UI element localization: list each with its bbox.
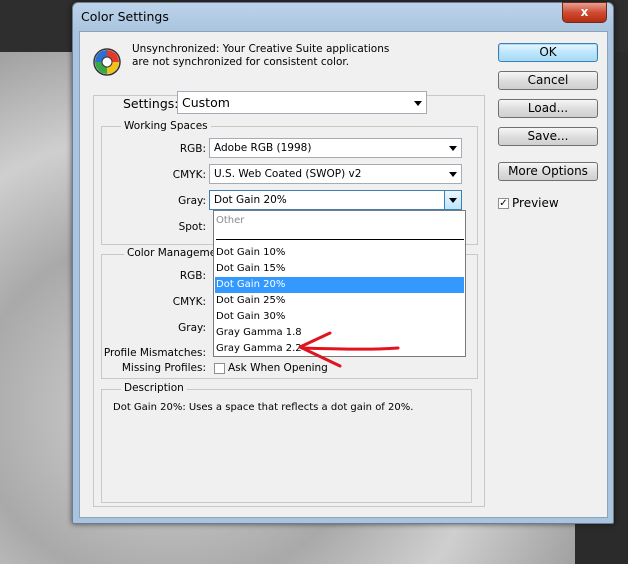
ws-cmyk-select[interactable]: U.S. Web Coated (SWOP) v2 — [209, 164, 462, 184]
ws-cmyk-value: U.S. Web Coated (SWOP) v2 — [214, 168, 362, 180]
description-title: Description — [121, 382, 187, 394]
chevron-down-icon — [449, 172, 457, 177]
cancel-button[interactable]: Cancel — [498, 71, 598, 90]
dropdown-separator — [216, 239, 464, 240]
ws-cmyk-label: CMYK: — [172, 169, 206, 181]
dialog-client-area: Unsynchronized: Your Creative Suite appl… — [79, 31, 608, 518]
preview-checkbox[interactable]: ✓ — [498, 198, 509, 209]
dropdown-option-selected[interactable]: Dot Gain 20% — [215, 277, 464, 293]
policy-cmyk-label: CMYK: — [172, 296, 206, 308]
close-button[interactable]: x — [562, 2, 607, 23]
chevron-down-icon — [449, 146, 457, 151]
ws-spot-label: Spot: — [178, 221, 206, 233]
settings-select[interactable]: Custom — [177, 91, 427, 114]
dropdown-option[interactable]: Dot Gain 10% — [215, 245, 464, 261]
description-text: Dot Gain 20%: Uses a space that reflects… — [113, 402, 414, 413]
color-settings-dialog: Color Settings x Unsynchronized: Your Cr… — [72, 2, 614, 524]
missing-profiles-label: Missing Profiles: — [121, 362, 206, 374]
settings-value: Custom — [182, 95, 230, 110]
ws-rgb-select[interactable]: Adobe RGB (1998) — [209, 138, 462, 158]
dialog-title: Color Settings — [81, 9, 169, 24]
red-arrow-annotation — [298, 331, 400, 368]
ws-rgb-value: Adobe RGB (1998) — [214, 142, 312, 154]
ws-gray-select[interactable]: Dot Gain 20% — [209, 190, 462, 210]
policy-rgb-label: RGB: — [179, 270, 206, 282]
settings-label: Settings: — [123, 96, 179, 111]
load-button[interactable]: Load... — [498, 99, 598, 118]
more-options-button[interactable]: More Options — [498, 162, 598, 181]
dropdown-option[interactable]: Dot Gain 30% — [215, 309, 464, 325]
ws-gray-label: Gray: — [178, 195, 206, 207]
working-spaces-title: Working Spaces — [121, 120, 211, 132]
chevron-down-icon — [414, 101, 422, 106]
ws-gray-value: Dot Gain 20% — [214, 194, 287, 206]
chevron-down-icon — [449, 198, 457, 203]
ok-button[interactable]: OK — [498, 43, 598, 62]
dropdown-header-other: Other — [216, 215, 245, 226]
profile-mismatches-label: Profile Mismatches: — [103, 347, 206, 359]
title-bar[interactable]: Color Settings x — [73, 2, 613, 31]
policy-gray-label: Gray: — [178, 322, 206, 334]
ws-rgb-label: RGB: — [179, 143, 206, 155]
dropdown-option[interactable]: Dot Gain 15% — [215, 261, 464, 277]
ask-when-opening-checkbox[interactable] — [214, 363, 225, 374]
dropdown-option[interactable]: Dot Gain 25% — [215, 293, 464, 309]
save-button[interactable]: Save... — [498, 127, 598, 146]
preview-label: Preview — [512, 196, 559, 210]
color-wheel-icon — [93, 48, 121, 76]
sync-status-text: Unsynchronized: Your Creative Suite appl… — [132, 43, 390, 68]
